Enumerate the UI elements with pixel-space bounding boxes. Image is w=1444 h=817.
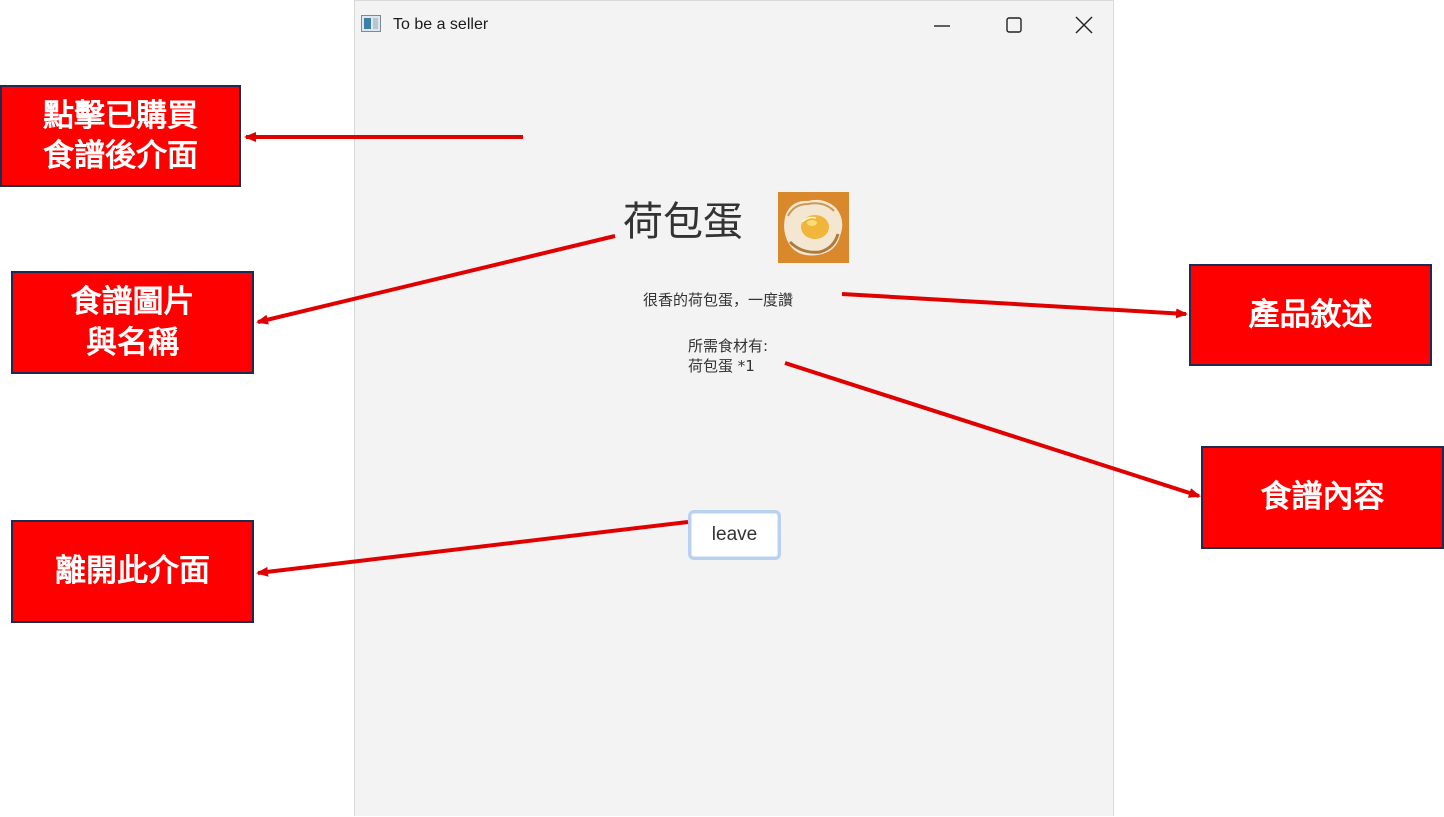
annotation-arrows — [244, 132, 1201, 577]
arrow-image-and-name — [256, 234, 616, 325]
arrow-description — [841, 292, 1188, 319]
arrow-leave — [256, 520, 689, 577]
arrow-content — [784, 361, 1201, 498]
